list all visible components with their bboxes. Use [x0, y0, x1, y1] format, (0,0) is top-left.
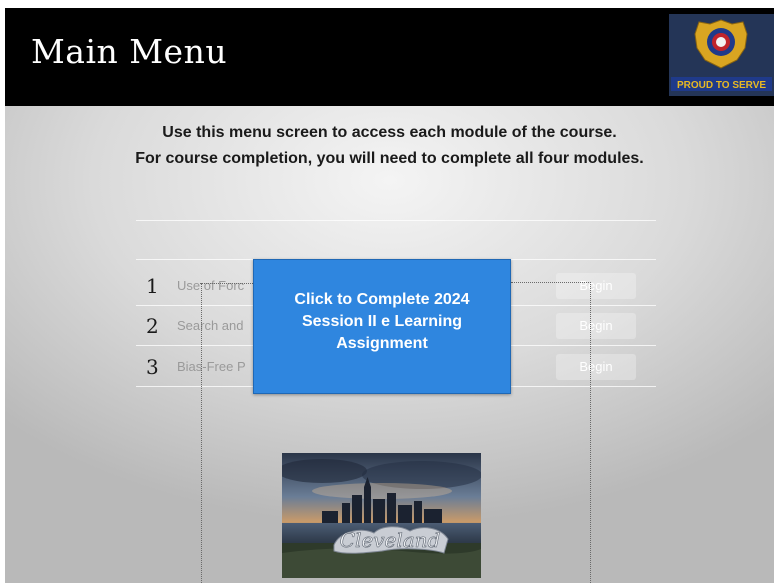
selection-guide-line: [511, 282, 591, 283]
selection-guide-line: [201, 283, 202, 583]
instructions-line-2: For course completion, you will need to …: [135, 150, 644, 167]
begin-button-module-1[interactable]: Begin: [556, 273, 636, 299]
begin-button-module-2[interactable]: Begin: [556, 313, 636, 339]
complete-assignment-line-3: Assignment: [336, 335, 428, 352]
selection-guide-line: [200, 283, 255, 284]
complete-assignment-button[interactable]: Click to Complete 2024 Session II e Lear…: [253, 259, 511, 394]
module-number: 2: [146, 314, 159, 338]
module-name: Search and: [177, 318, 244, 333]
instructions: Use this menu screen to access each modu…: [5, 120, 774, 172]
course-slide: Main Menu PROUD TO SERVE Use this menu s…: [5, 8, 774, 583]
menu-divider: [136, 220, 656, 221]
module-number: 1: [146, 274, 159, 298]
begin-button-module-3[interactable]: Begin: [556, 354, 636, 380]
cleveland-sign-text: Cleveland: [340, 528, 441, 552]
complete-assignment-line-2: Session II e Learning: [301, 313, 463, 330]
instructions-line-1: Use this menu screen to access each modu…: [162, 124, 617, 141]
header-bar: Main Menu PROUD TO SERVE: [5, 8, 774, 106]
module-name: Use of Forc: [177, 278, 245, 293]
selection-guide-line: [590, 282, 591, 583]
module-name: Bias-Free P: [177, 359, 246, 374]
module-number: 3: [146, 355, 159, 379]
logo-slogan: PROUD TO SERVE: [677, 80, 766, 91]
complete-assignment-line-1: Click to Complete 2024: [294, 291, 470, 308]
police-badge-logo: PROUD TO SERVE: [669, 14, 774, 96]
page-title: Main Menu: [31, 32, 228, 71]
cleveland-skyline-photo: Cleveland: [282, 453, 481, 578]
